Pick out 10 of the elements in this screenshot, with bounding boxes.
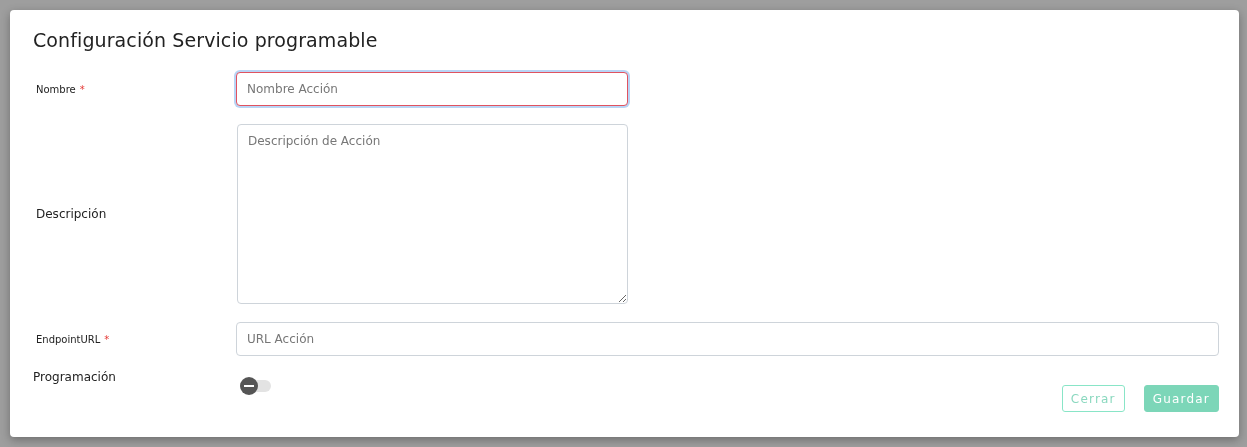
- field-label: Programación: [33, 370, 116, 384]
- input-field[interactable]: Nombre Acción: [236, 72, 628, 106]
- field-label: EndpointURL: [36, 333, 101, 345]
- field-label: Nombre: [36, 83, 76, 95]
- field-label: Descripción: [36, 207, 107, 221]
- textarea-field[interactable]: Descripción de Acción: [237, 124, 628, 304]
- toggle-switch[interactable]: [240, 380, 271, 392]
- dialog-title: Configuración Servicio programable: [33, 29, 379, 51]
- required-mark: *: [79, 83, 85, 95]
- required-mark: *: [104, 333, 110, 345]
